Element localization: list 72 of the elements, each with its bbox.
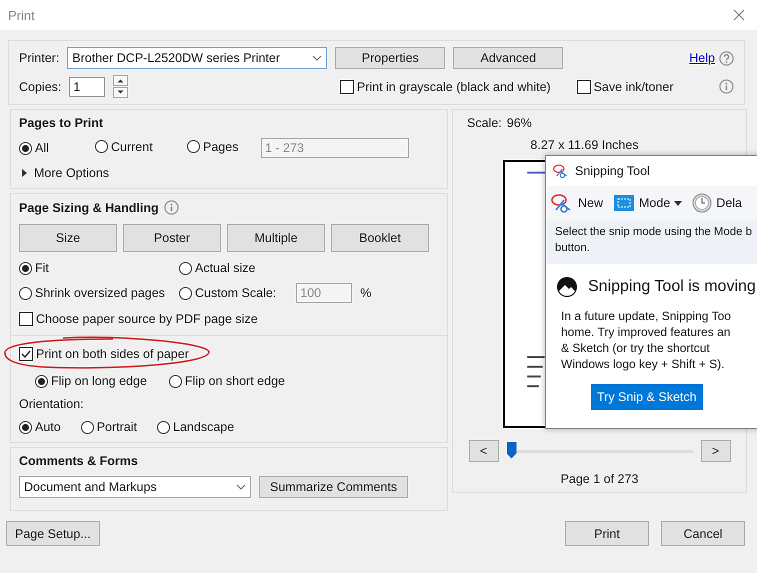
scale-value: 96%: [506, 116, 532, 130]
toolbar-button[interactable]: Mode: [639, 196, 670, 210]
triangle-icon: [21, 169, 28, 177]
layout-option-button[interactable]: Poster: [123, 224, 221, 252]
chevron-down-icon: [312, 55, 322, 61]
copies-label: Copies:: [19, 80, 62, 94]
scissors-icon: [552, 163, 570, 179]
layout-option-button[interactable]: Size: [19, 224, 117, 252]
previous-page-button[interactable]: <: [468, 440, 498, 462]
radio-button[interactable]: Shrink oversized pages: [19, 283, 179, 303]
radio-button[interactable]: Fit: [19, 261, 179, 275]
help-icon[interactable]: [719, 50, 734, 66]
radio-button[interactable]: All: [19, 141, 49, 156]
printer-dropdown[interactable]: Brother DCP-L2520DW series Printer: [67, 47, 328, 69]
page-counter: Page 1 of 273: [560, 472, 638, 486]
try-snip-button[interactable]: Try Snip & Sketch: [591, 384, 703, 410]
radio-button[interactable]: Pages: [187, 140, 238, 154]
window-title: Print: [8, 8, 35, 22]
toolbar-button[interactable]: Dela: [716, 196, 742, 210]
next-page-button[interactable]: >: [700, 440, 730, 462]
chevron-down-icon: [236, 484, 246, 490]
page-slider-thumb[interactable]: [506, 442, 516, 458]
radio-button[interactable]: Flip on short edge: [168, 374, 285, 388]
spin-buttons[interactable]: [113, 75, 128, 98]
more-options-toggle[interactable]: More Options: [19, 166, 439, 180]
layout-option-button[interactable]: Booklet: [331, 224, 429, 252]
info-icon[interactable]: [164, 200, 179, 215]
radio-button[interactable]: Current: [95, 140, 153, 154]
page-size-label: 8.27 x 11.69 Inches: [530, 138, 639, 152]
percent-label: %: [360, 286, 372, 300]
checkbox[interactable]: Save ink/toner: [576, 80, 674, 94]
info-icon[interactable]: [719, 79, 734, 94]
help-link[interactable]: Help: [689, 51, 715, 65]
radio-button[interactable]: Auto: [19, 420, 61, 434]
checkbox[interactable]: Print on both sides of paper: [19, 347, 189, 361]
notice-line: home. Try improved features an: [561, 324, 732, 340]
notice-line: Windows logo key + Shift + S).: [561, 356, 726, 372]
dialog-button[interactable]: Properties: [335, 47, 446, 69]
section-title: Pages to Print: [19, 116, 104, 130]
toolbar-button[interactable]: New: [578, 196, 604, 210]
radio-button[interactable]: Actual size: [179, 261, 439, 275]
dialog-button[interactable]: Advanced: [453, 47, 564, 69]
rectangle-snip-icon: [613, 194, 636, 212]
hint-line: button.: [555, 241, 591, 256]
notice-line: & Sketch (or try the shortcut: [561, 340, 711, 356]
notice-heading: Snipping Tool is moving: [588, 278, 756, 296]
checkbox[interactable]: Print in grayscale (black and white): [340, 80, 551, 94]
caret-icon[interactable]: [674, 200, 682, 206]
copies-field[interactable]: 1: [69, 76, 106, 96]
section-title: Comments & Forms: [19, 454, 139, 468]
window-title: Snipping Tool: [575, 164, 650, 178]
summarize-button[interactable]: Summarize Comments: [259, 476, 408, 498]
cancel-button[interactable]: Cancel: [661, 521, 745, 546]
page-setup-button[interactable]: Page Setup...: [6, 521, 100, 546]
orientation-label: Orientation:: [19, 397, 85, 411]
checkbox[interactable]: Choose paper source by PDF page size: [19, 312, 439, 326]
close-icon[interactable]: [733, 9, 745, 21]
print-button[interactable]: Print: [565, 521, 649, 546]
radio-button[interactable]: Portrait: [80, 420, 138, 434]
checkmark-icon: [20, 348, 32, 360]
radio-button[interactable]: Custom Scale:: [179, 286, 276, 300]
mountain-logo-icon: [556, 276, 578, 298]
scale-label: Scale:: [467, 116, 502, 130]
comments-dropdown[interactable]: Document and Markups: [19, 476, 251, 498]
radio-button[interactable]: Landscape: [157, 420, 234, 434]
clock-icon: [692, 193, 712, 213]
layout-option-button[interactable]: Multiple: [227, 224, 325, 252]
printer-label: Printer:: [19, 51, 60, 65]
notice-line: In a future update, Snipping Too: [561, 308, 732, 324]
section-title: Page Sizing & Handling: [19, 200, 159, 214]
radio-button[interactable]: Flip on long edge: [35, 374, 147, 388]
hint-line: Select the snip mode using the Mode b: [555, 225, 753, 240]
